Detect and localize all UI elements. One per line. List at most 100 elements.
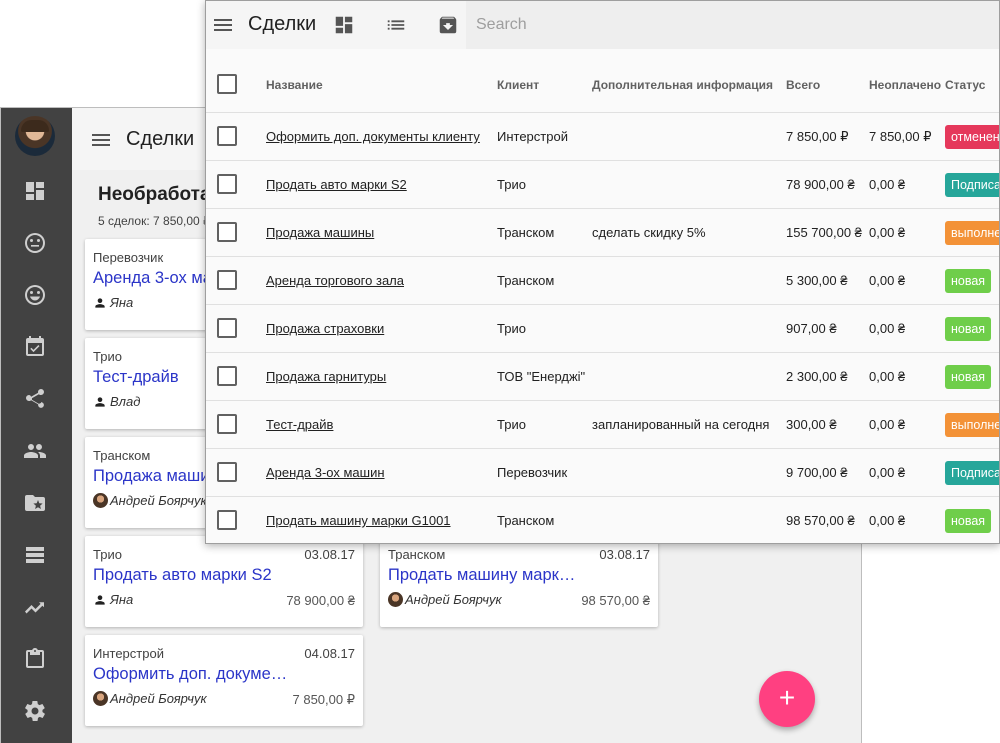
- person-icon: [93, 296, 107, 310]
- share-icon[interactable]: [23, 387, 47, 411]
- cell-client: Перевозчик: [497, 465, 568, 480]
- table-row[interactable]: Продать машину марки G1001 Транском 98 570…: [206, 497, 999, 543]
- cell-client: Трио: [497, 321, 526, 336]
- avatar: [93, 493, 108, 508]
- list-icon[interactable]: [23, 543, 47, 567]
- status-badge[interactable]: новая: [945, 317, 992, 341]
- row-checkbox[interactable]: [217, 414, 237, 434]
- status-badge[interactable]: новая: [945, 365, 992, 389]
- card-amount: 78 900,00 ₴: [286, 593, 355, 608]
- table-row[interactable]: Продать авто марки S2 Трио 78 900,00 ₴ 0,00…: [206, 161, 999, 209]
- card-owner: Андрей Боярчук: [388, 592, 502, 607]
- cell-total: 9 700,00 ₴: [786, 465, 848, 480]
- card-client: Перевозчик: [93, 250, 164, 265]
- row-checkbox[interactable]: [217, 510, 237, 530]
- row-checkbox[interactable]: [217, 366, 237, 386]
- deal-name-link[interactable]: Оформить доп. документы клиенту: [266, 129, 480, 144]
- deal-name-link[interactable]: Продать машину марки G1001: [266, 513, 451, 528]
- cell-info: сделать скидку 5%: [592, 225, 706, 240]
- cell-client: Транском: [497, 225, 555, 240]
- table-row[interactable]: Продажа гарнитуры ТОВ "Енерджі" 2 300,00 ₴…: [206, 353, 999, 401]
- search-bar: [466, 1, 999, 49]
- folder-star-icon[interactable]: [23, 491, 47, 515]
- deal-name-link[interactable]: Продать авто марки S2: [266, 177, 407, 192]
- status-badge[interactable]: Подписан: [945, 461, 999, 485]
- card-amount: 7 850,00 ₽: [292, 692, 356, 707]
- people-icon[interactable]: [23, 439, 47, 463]
- smiley-happy-icon[interactable]: [23, 283, 47, 307]
- deal-card[interactable]: Интерстрой 04.08.17 Оформить доп. докуме…: [85, 635, 363, 726]
- card-owner: Влад: [93, 394, 140, 409]
- row-checkbox[interactable]: [217, 462, 237, 482]
- column-header-status[interactable]: Статус: [945, 78, 985, 92]
- deal-name-link[interactable]: Аренда торгового зала: [266, 273, 404, 288]
- card-client: Транском: [388, 547, 446, 562]
- column-header-unpaid[interactable]: Неоплачено: [869, 78, 941, 92]
- table-row[interactable]: Продажа машины Транском сделать скидку 5% 1…: [206, 209, 999, 257]
- menu-icon[interactable]: [89, 128, 113, 152]
- status-badge[interactable]: выполнена: [945, 413, 999, 437]
- row-checkbox[interactable]: [217, 222, 237, 242]
- card-owner: Яна: [93, 592, 133, 607]
- status-badge[interactable]: выполнена: [945, 221, 999, 245]
- user-avatar[interactable]: [15, 116, 55, 156]
- table-row[interactable]: Оформить доп. документы клиенту Интерстро…: [206, 113, 999, 161]
- calendar-check-icon[interactable]: [23, 335, 47, 359]
- status-badge[interactable]: отменена: [945, 125, 999, 149]
- status-badge[interactable]: Подписан: [945, 173, 999, 197]
- row-checkbox[interactable]: [217, 174, 237, 194]
- trending-icon[interactable]: [23, 595, 47, 619]
- row-checkbox[interactable]: [217, 126, 237, 146]
- status-badge[interactable]: новая: [945, 269, 992, 293]
- page-title: Сделки: [248, 13, 317, 35]
- table-row[interactable]: Продажа страховки Трио 907,00 ₴ 0,00 ₴ новая: [206, 305, 999, 353]
- cell-total: 907,00 ₴: [786, 321, 837, 336]
- column-header-total[interactable]: Всего: [786, 78, 820, 92]
- column-header-name[interactable]: Название: [266, 78, 323, 92]
- search-input[interactable]: [476, 13, 876, 37]
- person-icon: [93, 593, 107, 607]
- cell-unpaid: 7 850,00 ₽: [869, 129, 932, 144]
- settings-icon[interactable]: [23, 699, 47, 723]
- deal-card[interactable]: Трио 03.08.17 Продать авто марки S2 Яна …: [85, 536, 363, 627]
- clipboard-icon[interactable]: [23, 647, 47, 671]
- status-badge[interactable]: новая: [945, 509, 992, 533]
- cell-info: запланированный на сегодня: [592, 417, 770, 432]
- select-all-checkbox[interactable]: [217, 74, 237, 94]
- dashboard-icon[interactable]: [23, 179, 47, 203]
- row-checkbox[interactable]: [217, 270, 237, 290]
- deal-name-link[interactable]: Продажа машины: [266, 225, 374, 240]
- card-client: Трио: [93, 547, 122, 562]
- table-row[interactable]: Тест-драйв Трио запланированный на сегодня…: [206, 401, 999, 449]
- column-header-info[interactable]: Дополнительная информация: [592, 78, 773, 92]
- card-deal-title[interactable]: Оформить доп. документы клиенту: [93, 665, 288, 684]
- column-header-client[interactable]: Клиент: [497, 78, 539, 92]
- deal-name-link[interactable]: Аренда 3-ох машин: [266, 465, 385, 480]
- cell-unpaid: 0,00 ₴: [869, 321, 906, 336]
- card-amount: 98 570,00 ₴: [581, 593, 650, 608]
- add-deal-button[interactable]: +: [759, 671, 815, 727]
- card-owner: Андрей Боярчук: [93, 691, 207, 706]
- card-date: 03.08.17: [599, 547, 650, 562]
- cell-unpaid: 0,00 ₴: [869, 177, 906, 192]
- deal-name-link[interactable]: Продажа страховки: [266, 321, 384, 336]
- avatar: [93, 691, 108, 706]
- deal-name-link[interactable]: Тест-драйв: [266, 417, 333, 432]
- menu-icon[interactable]: [211, 13, 235, 37]
- deal-name-link[interactable]: Продажа гарнитуры: [266, 369, 386, 384]
- table-row[interactable]: Аренда 3-ох машин Перевозчик 9 700,00 ₴ 0,0…: [206, 449, 999, 497]
- cell-client: ТОВ "Енерджі": [497, 369, 586, 384]
- cell-client: Трио: [497, 417, 526, 432]
- deal-card[interactable]: Транском 03.08.17 Продать машину марки G…: [380, 536, 658, 627]
- table-row[interactable]: Аренда торгового зала Транском 5 300,00 ₴ 0…: [206, 257, 999, 305]
- row-checkbox[interactable]: [217, 318, 237, 338]
- dashboard-icon[interactable]: [333, 14, 355, 36]
- card-client: Транском: [93, 448, 151, 463]
- table-header: Название Клиент Дополнительная информаци…: [206, 63, 999, 113]
- archive-icon[interactable]: [437, 14, 459, 36]
- card-date: 03.08.17: [304, 547, 355, 562]
- smiley-neutral-icon[interactable]: [23, 231, 47, 255]
- list-view-icon[interactable]: [385, 14, 407, 36]
- card-deal-title[interactable]: Продать авто марки S2: [93, 566, 288, 585]
- card-deal-title[interactable]: Продать машину марки G1001: [388, 566, 583, 585]
